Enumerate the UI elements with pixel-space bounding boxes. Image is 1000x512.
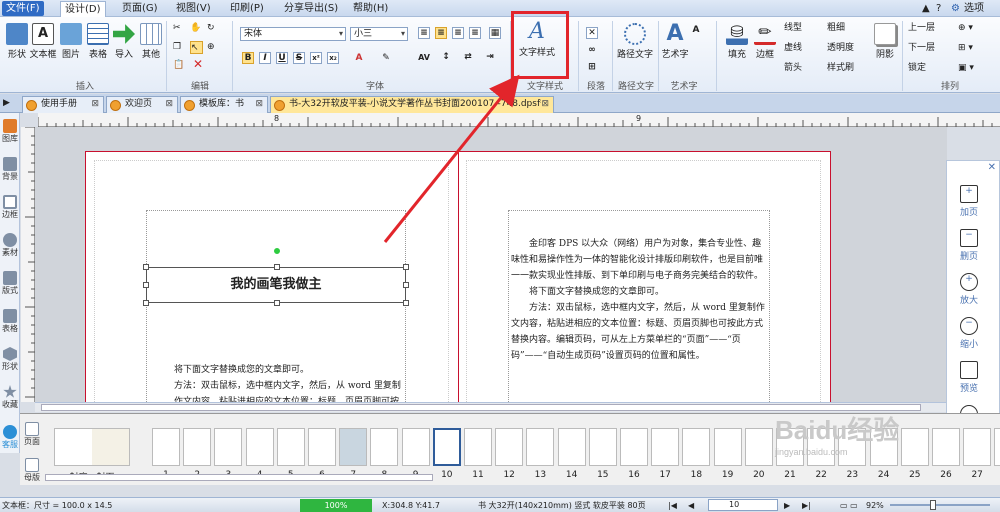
watermark-logo: Baidu经验 jingyan.baidu.com xyxy=(775,415,900,457)
